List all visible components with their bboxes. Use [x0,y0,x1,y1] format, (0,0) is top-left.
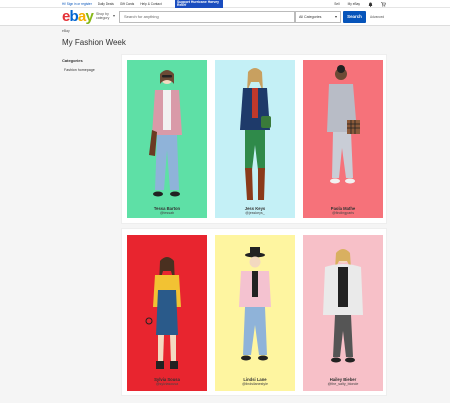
fashion-card[interactable]: Lindsi Lane @lindsilanestyle [215,235,295,391]
fashion-illustration [323,249,363,363]
chevron-down-icon: ▾ [334,14,337,19]
daily-deals-link[interactable]: Daily Deals [98,0,114,8]
my-ebay-link[interactable]: My eBay [348,0,360,8]
notification-bell-icon[interactable] [368,2,373,7]
main-header: ebay Shop by category ▾ Search for anyth… [0,8,450,26]
search-input[interactable]: Search for anything [119,11,295,23]
top-left-links: Hi! Sign in or register Daily Deals Gift… [62,0,162,8]
fashion-card[interactable]: Jess Keys @jesskeys_ [215,60,295,218]
shop-by-category-button[interactable]: Shop by category ▾ [96,12,116,20]
breadcrumb[interactable]: eBay [62,29,70,33]
hurricane-relief-banner[interactable]: Support Hurricane Harvey Relief [175,0,223,8]
category-select[interactable]: All Categories ▾ [295,11,341,23]
logo-letter-y: y [85,8,94,25]
shop-by-category-label: Shop by category [96,12,110,20]
fashion-illustration [149,70,182,197]
page-title: My Fashion Week [62,38,126,47]
card-handle: @sylviasousa [155,382,179,386]
top-utility-bar: Hi! Sign in or register Daily Deals Gift… [0,0,450,8]
categories-heading: Categories [62,58,83,63]
fashion-illustration [327,65,360,184]
fashion-card[interactable]: Hailey Bieber @the_salty_blonde [303,235,383,391]
fashion-card[interactable]: Paola Mathe @findingparis [303,60,383,218]
search-button[interactable]: Search [343,11,366,23]
fashion-illustration [240,68,271,200]
chevron-down-icon: ▾ [113,13,116,18]
card-handle: @lindsilanestyle [241,382,269,386]
gift-cards-link[interactable]: Gift Cards [120,0,134,8]
help-contact-link[interactable]: Help & Contact [140,0,161,8]
shopping-cart-icon[interactable] [381,1,386,7]
card-handle: @findingparis [331,211,355,215]
ebay-logo[interactable]: ebay [62,8,94,25]
card-handle: @the_salty_blonde [327,382,359,386]
sell-link[interactable]: Sell [334,0,339,8]
logo-letter-e: e [62,8,70,25]
sidebar-item-fashion-homepage[interactable]: Fashion homepage [64,68,95,72]
fashion-card[interactable]: Tessa Barton @tessab [127,60,207,218]
fashion-row-2: Sylvia Sousa @sylviasousa Lindsi Lane @l… [121,228,387,396]
category-select-value: All Categories [299,15,322,19]
fashion-row-1: Tessa Barton @tessab Jess Keys @jesskeys… [121,54,387,224]
top-right-links: Sell My eBay [334,0,386,8]
fashion-card[interactable]: Sylvia Sousa @sylviasousa [127,235,207,391]
fashion-illustration [239,247,271,361]
sign-in-link[interactable]: Hi! Sign in or register [62,0,92,8]
fashion-illustration [145,257,181,369]
logo-letter-b: b [69,8,79,25]
card-handle: @tessab [159,211,175,215]
card-handle: @jesskeys_ [245,211,265,215]
advanced-search-link[interactable]: Advanced [370,15,384,19]
